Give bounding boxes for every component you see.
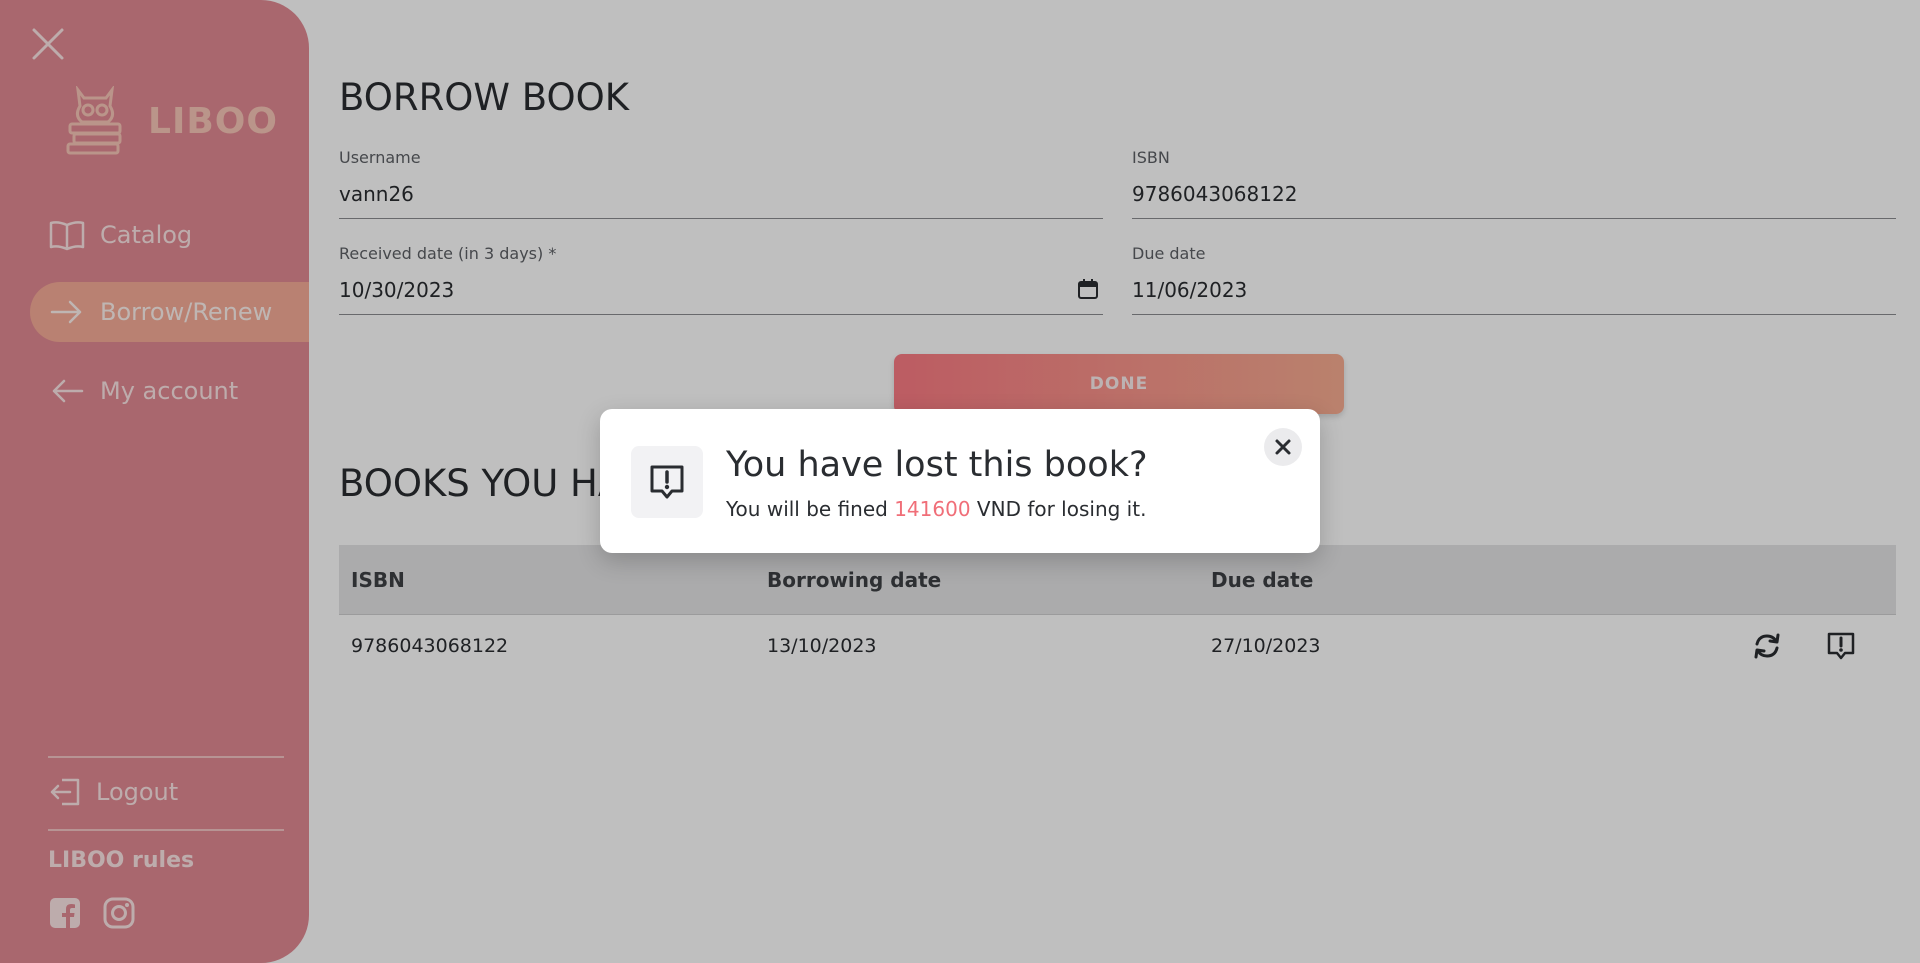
modal-title: You have lost this book? xyxy=(726,445,1148,485)
modal-message: You will be fined 141600 VND for losing … xyxy=(726,497,1146,521)
modal-close-button[interactable] xyxy=(1264,428,1302,466)
lost-book-dialog: You have lost this book? You will be fin… xyxy=(600,409,1320,553)
report-icon xyxy=(650,465,684,499)
modal-text-before: You will be fined xyxy=(726,497,895,521)
close-icon xyxy=(1275,439,1291,455)
modal-icon-box xyxy=(631,446,703,518)
fine-amount: 141600 xyxy=(894,497,971,521)
modal-text-after: VND for losing it. xyxy=(970,497,1147,521)
